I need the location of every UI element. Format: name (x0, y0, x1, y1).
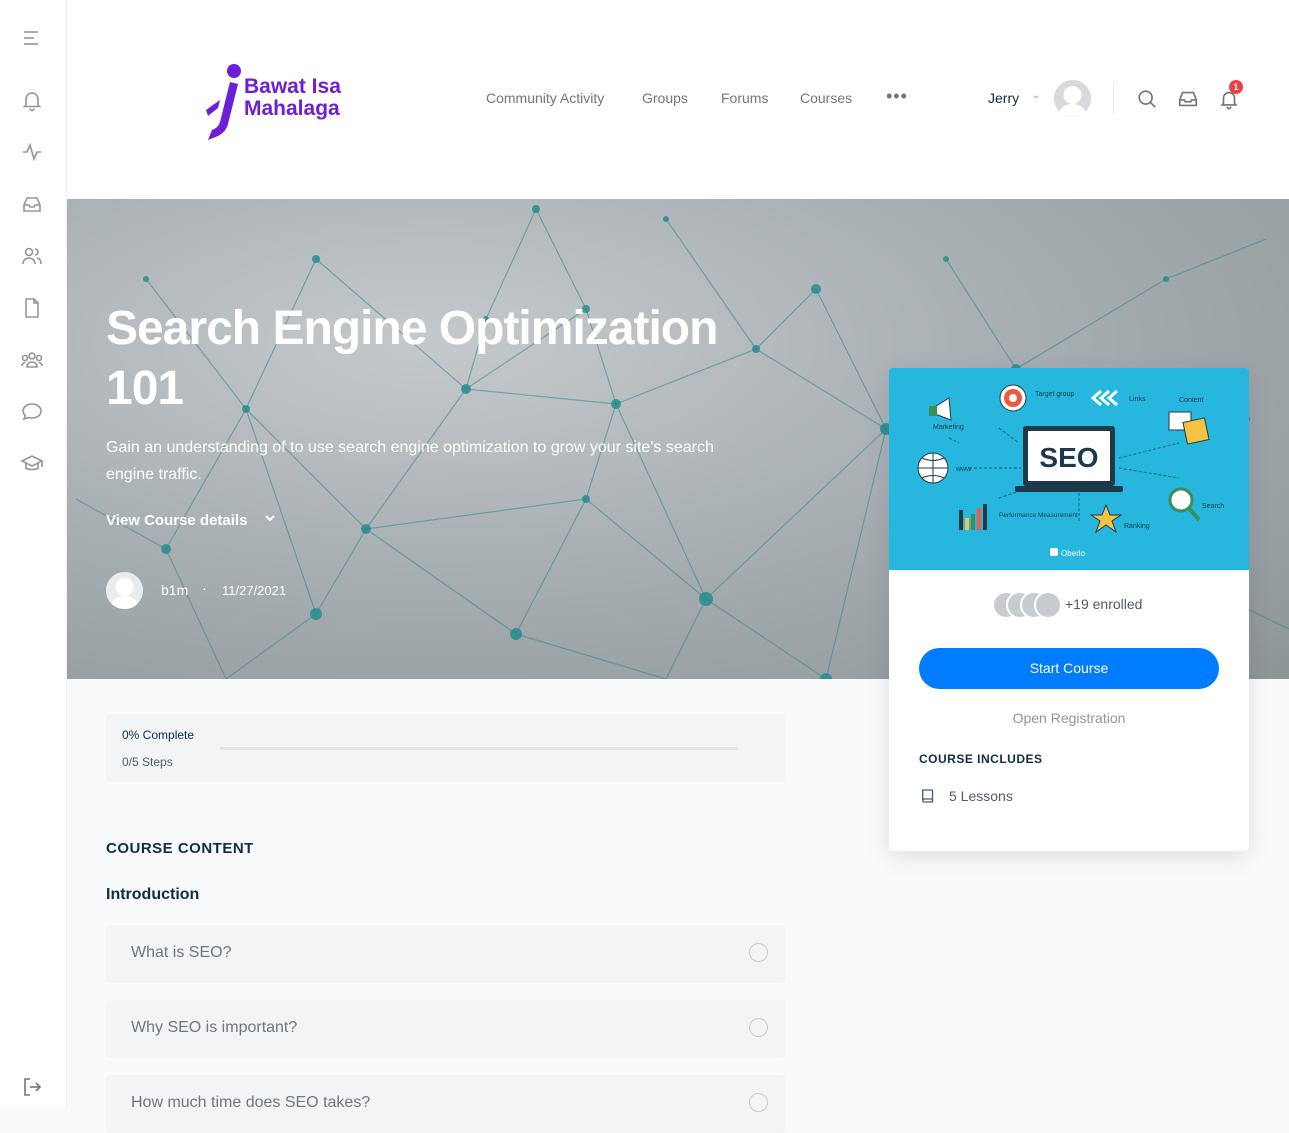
avatar (1034, 591, 1062, 619)
progress-percent: 0% Complete (122, 728, 195, 742)
lesson-item[interactable]: Why SEO is important? (106, 1000, 785, 1058)
nav-courses[interactable]: Courses (800, 90, 852, 106)
lesson-item[interactable]: What is SEO? (106, 925, 785, 983)
chevron-down-icon[interactable] (264, 512, 276, 527)
inbox-icon[interactable] (20, 192, 44, 216)
course-includes-heading: COURSE INCLUDES (919, 752, 1043, 766)
user-name[interactable]: Jerry (988, 90, 1019, 106)
view-course-details-link[interactable]: View Course details (106, 512, 247, 529)
courses-icon[interactable] (20, 452, 44, 476)
course-title: Search Engine Optimization 101 (106, 299, 766, 419)
nav-groups[interactable]: Groups (642, 90, 688, 106)
start-course-button[interactable]: Start Course (919, 648, 1219, 689)
lessons-count: 5 Lessons (949, 788, 1013, 804)
document-icon[interactable] (20, 296, 44, 320)
messages-inbox-icon[interactable] (1177, 88, 1199, 110)
meta-separator: · (202, 580, 207, 596)
course-progress: 0% Complete 0/5 Steps (106, 714, 785, 782)
author-name[interactable]: b1m (161, 582, 188, 598)
lesson-title[interactable]: How much time does SEO takes? (131, 1094, 370, 1112)
menu-toggle-icon[interactable] (20, 26, 44, 50)
seo-image-label: SEO (1039, 442, 1098, 473)
lesson-item[interactable]: How much time does SEO takes? (106, 1075, 785, 1133)
marketing-image-label: Marketing (933, 424, 964, 431)
lesson-title[interactable]: What is SEO? (131, 944, 231, 962)
nav-more-button[interactable]: ••• (886, 86, 908, 107)
enrolled-count: +19 enrolled (1065, 596, 1143, 612)
course-date: 11/27/2021 (222, 583, 287, 598)
course-title-line-2: 101 (106, 362, 184, 415)
members-icon[interactable] (20, 244, 44, 268)
lesson-status-circle-icon (749, 1093, 768, 1112)
activity-icon[interactable] (20, 140, 44, 164)
www-image-label: www (955, 466, 972, 473)
logo-text: Bawat Isa Mahalaga (244, 76, 341, 120)
nav-forums[interactable]: Forums (721, 90, 768, 106)
left-sidebar (0, 0, 66, 1107)
book-icon (919, 787, 937, 805)
site-logo[interactable]: Bawat Isa Mahalaga (202, 62, 372, 142)
progress-bar (220, 747, 738, 750)
nav-community-activity[interactable]: Community Activity (486, 90, 604, 106)
course-content-heading: COURSE CONTENT (106, 840, 254, 857)
content-image-label: Content (1179, 397, 1204, 404)
logout-icon[interactable] (20, 1075, 44, 1099)
logo-line-2: Mahalaga (244, 97, 340, 120)
target-group-image-label: Target group (1035, 391, 1074, 398)
logo-mark-icon (206, 64, 241, 140)
topic-heading: Introduction (106, 886, 200, 903)
progress-steps: 0/5 Steps (122, 755, 173, 769)
logo-line-1: Bawat Isa (244, 75, 341, 98)
notification-count-badge: 1 (1229, 80, 1243, 94)
lesson-title[interactable]: Why SEO is important? (131, 1019, 297, 1037)
user-avatar[interactable] (1054, 80, 1091, 117)
header-divider (1113, 84, 1114, 114)
lesson-status-circle-icon (749, 1018, 768, 1037)
oberlo-brand-label: Oberlo (1061, 549, 1086, 558)
course-description: Gain an understanding of to use search e… (106, 439, 714, 483)
lesson-status-circle-icon (749, 943, 768, 962)
ranking-image-label: Ranking (1124, 523, 1150, 530)
course-title-line-1: Search Engine Optimization (106, 302, 718, 355)
open-registration-label: Open Registration (1012, 710, 1126, 726)
top-header: Bawat Isa Mahalaga Community Activity Gr… (66, 0, 1289, 199)
performance-image-label: Performance Measurement (999, 512, 1078, 519)
enrolled-avatars (992, 591, 1062, 619)
chevron-down-icon[interactable]: ⌄ (1032, 90, 1040, 101)
bell-icon[interactable] (20, 88, 44, 112)
search-icon[interactable] (1136, 88, 1158, 110)
forums-icon[interactable] (20, 400, 44, 424)
groups-icon[interactable] (20, 348, 44, 372)
search-image-label: Search (1202, 503, 1224, 510)
course-featured-image: SEO Target group Links Content Marketing… (889, 368, 1249, 570)
links-image-label: Links (1129, 396, 1146, 403)
author-avatar[interactable] (106, 572, 143, 609)
course-sidebar-card: SEO Target group Links Content Marketing… (889, 368, 1249, 851)
